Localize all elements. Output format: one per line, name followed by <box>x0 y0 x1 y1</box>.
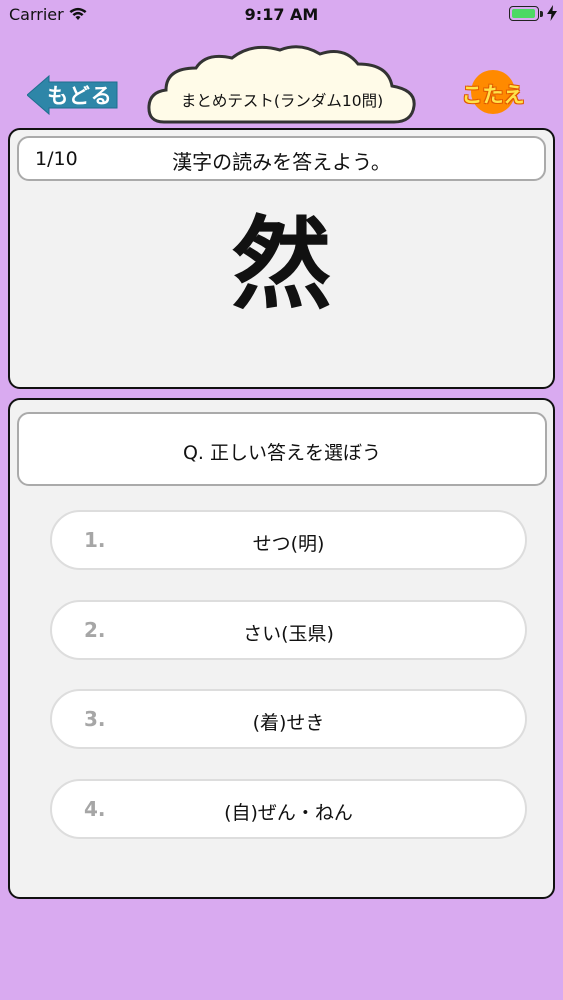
option-text: さい(玉県) <box>243 623 334 645</box>
battery-tip <box>540 11 543 17</box>
battery-icon <box>509 6 539 21</box>
answer-option-4[interactable]: 4. (自)ぜん・ねん <box>50 779 527 839</box>
question-instruction: 漢字の読みを答えよう。 <box>172 150 391 174</box>
show-answer-button[interactable]: こたえ <box>459 66 527 118</box>
answer-prompt: Q. 正しい答えを選ぼう <box>182 442 382 464</box>
option-text: せつ(明) <box>252 533 325 555</box>
answer-prompt-box: Q. 正しい答えを選ぼう <box>17 412 547 486</box>
page-title: まとめテスト(ランダム10問) <box>180 92 384 110</box>
answer-option-2[interactable]: 2. さい(玉県) <box>50 600 527 660</box>
status-bar: Carrier 9:17 AM <box>0 0 563 30</box>
option-text: (自)ぜん・ねん <box>224 802 353 824</box>
clock: 9:17 AM <box>244 5 319 24</box>
answer-panel: Q. 正しい答えを選ぼう 1. せつ(明) 2. さい(玉県) 3. (着)せき… <box>8 398 555 899</box>
option-text: (着)せき <box>252 712 325 734</box>
back-button[interactable]: もどる <box>27 74 119 116</box>
answer-option-1[interactable]: 1. せつ(明) <box>50 510 527 570</box>
answer-button-label: こたえ <box>461 83 525 107</box>
question-header: 1/10 漢字の読みを答えよう。 <box>17 136 546 181</box>
answer-option-3[interactable]: 3. (着)せき <box>50 689 527 749</box>
kanji-display: 然 <box>231 206 332 323</box>
bolt-icon <box>547 5 557 25</box>
title-cloud: まとめテスト(ランダム10問) <box>144 42 420 130</box>
question-panel: 1/10 漢字の読みを答えよう。 然 <box>8 128 555 389</box>
back-button-label: もどる <box>47 84 113 108</box>
